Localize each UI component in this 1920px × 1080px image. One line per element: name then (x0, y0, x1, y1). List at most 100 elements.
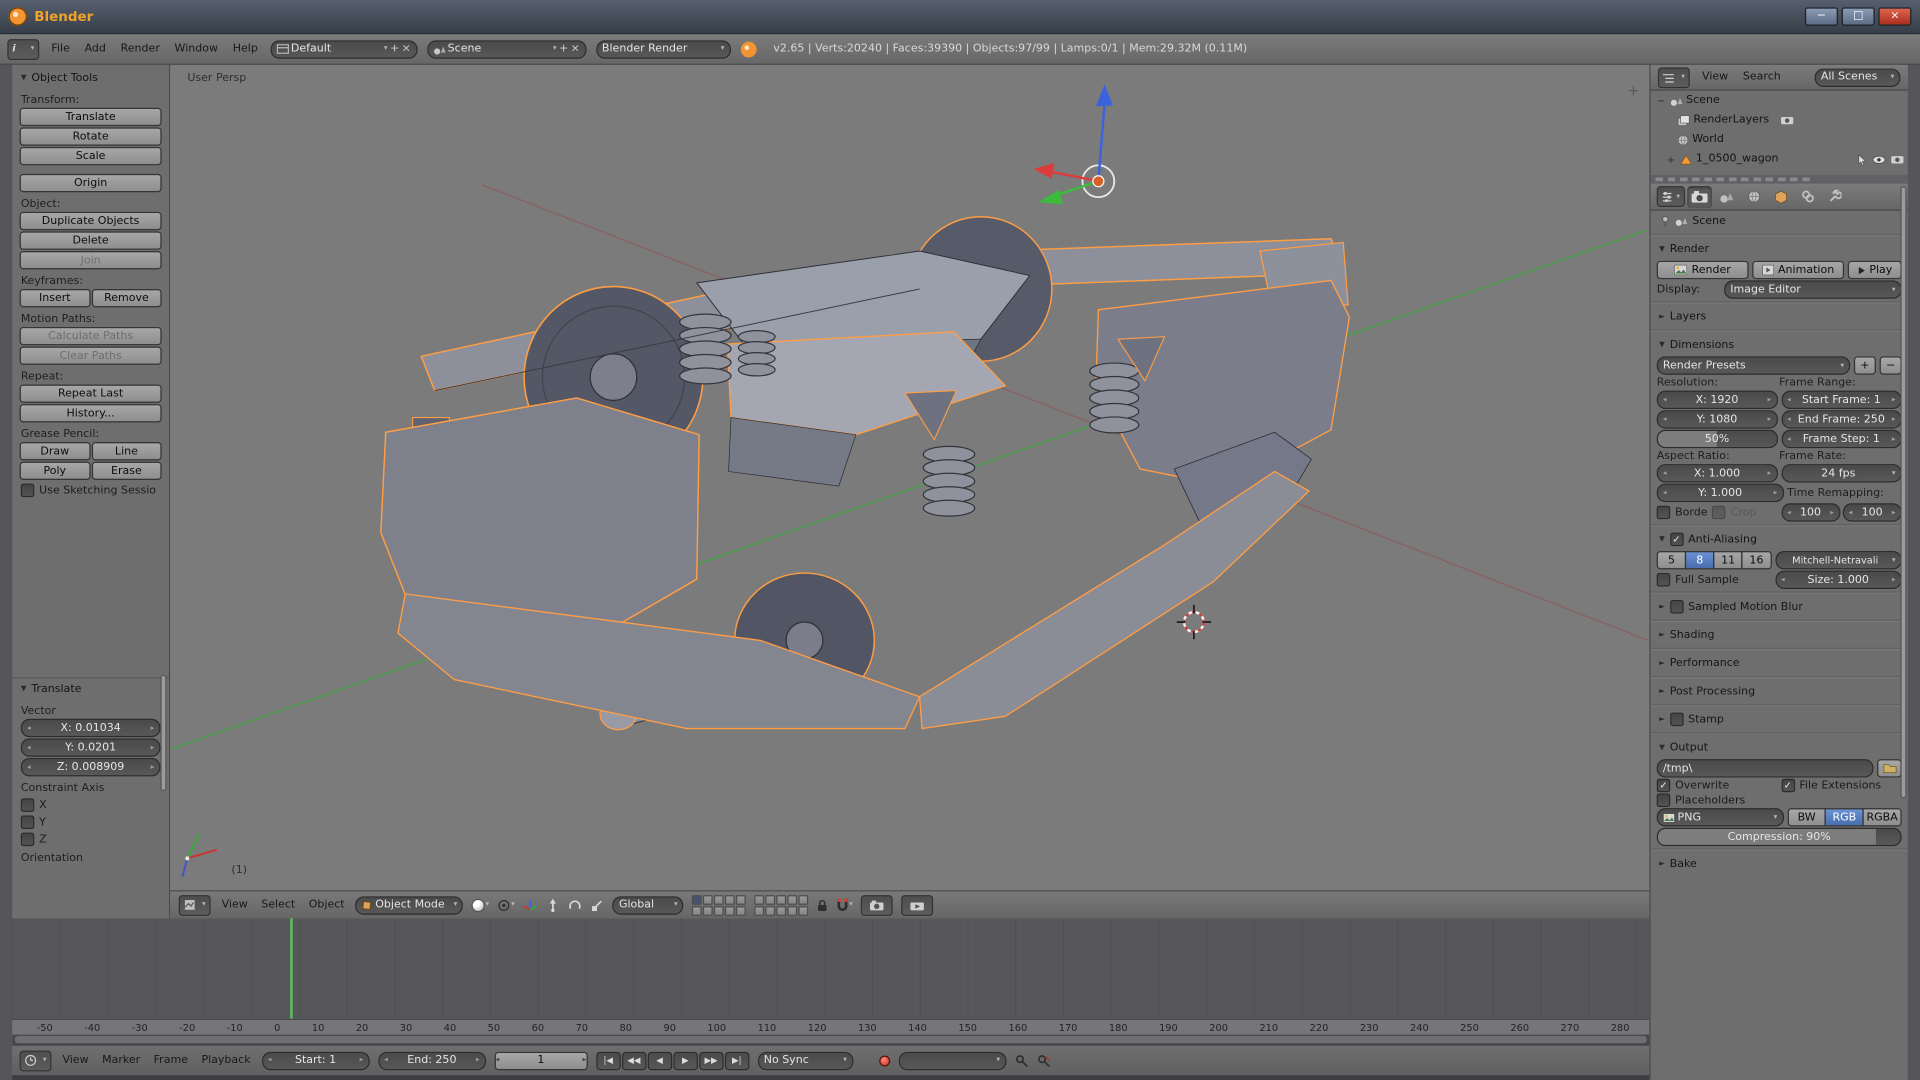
remap-old-field[interactable]: ◂100▸ (1781, 503, 1840, 521)
jump-start-button[interactable]: |◀ (596, 1051, 620, 1069)
compression-slider[interactable]: Compression: 90% (1657, 828, 1902, 846)
current-frame-field[interactable]: ◂ 1▸ (494, 1051, 587, 1069)
motion-blur-panel-title[interactable]: Sampled Motion Blur (1688, 601, 1803, 613)
frame-rate-selector[interactable]: 24 fps▾ (1781, 464, 1902, 482)
color-rgba-button[interactable]: RGBA (1863, 808, 1902, 826)
editor-type-button[interactable]: ▾ (1658, 67, 1690, 88)
file-format-selector[interactable]: PNG▾ (1657, 808, 1784, 826)
grease-line-button[interactable]: Line (91, 442, 161, 460)
outliner-item-wagon[interactable]: + 1_0500_wagon (1651, 149, 1908, 169)
menu-add[interactable]: Add (82, 43, 108, 55)
aa-size-field[interactable]: ◂Size: 1.000▸ (1775, 571, 1902, 589)
menu-view[interactable]: View (60, 1054, 91, 1066)
layer-buttons-left[interactable] (692, 894, 746, 915)
menu-search[interactable]: Search (1740, 71, 1783, 83)
constraint-z-checkbox[interactable] (21, 833, 34, 846)
menu-object[interactable]: Object (306, 899, 347, 911)
crop-checkbox[interactable] (1712, 506, 1725, 519)
placeholders-checkbox[interactable] (1657, 793, 1670, 806)
editor-type-button[interactable]: ▾ (20, 1050, 52, 1071)
manipulator-rotate-icon[interactable] (569, 898, 582, 911)
delete-button[interactable]: Delete (20, 231, 162, 249)
render-presets-selector[interactable]: Render Presets▾ (1657, 356, 1850, 374)
tab-scene[interactable] (1714, 186, 1738, 208)
post-processing-panel-title[interactable]: Post Processing (1670, 685, 1755, 697)
viewport-shading-selector[interactable]: ▾ (472, 898, 489, 911)
insert-key-icon[interactable] (1015, 1054, 1028, 1067)
color-rgb-button[interactable]: RGB (1825, 808, 1864, 826)
current-frame-line[interactable] (290, 918, 292, 1034)
collapse-icon[interactable]: − (1656, 95, 1667, 106)
screen-layout-selector[interactable]: Default ▾ + × (270, 40, 417, 58)
translate-button[interactable]: Translate (20, 108, 162, 126)
aspect-y-field[interactable]: ◂Y: 1.000▸ (1657, 484, 1784, 502)
constraint-y-checkbox[interactable] (21, 816, 34, 829)
region-expand-icon[interactable]: + (1627, 82, 1639, 99)
add-preset-button[interactable]: + (1854, 356, 1876, 374)
render-button[interactable]: Render (1657, 261, 1749, 279)
insert-keyframe-button[interactable]: Insert (20, 289, 90, 307)
minimize-button[interactable]: − (1805, 7, 1838, 25)
keying-set-selector[interactable]: ▾ (898, 1051, 1006, 1069)
full-sample-checkbox[interactable] (1657, 573, 1670, 586)
tab-constraints[interactable] (1795, 186, 1819, 208)
stamp-panel-title[interactable]: Stamp (1688, 713, 1724, 725)
motion-blur-checkbox[interactable] (1670, 600, 1683, 613)
end-frame-field[interactable]: ◂ End: 250▸ (378, 1051, 486, 1069)
pivot-point-selector[interactable]: ▾ (498, 898, 515, 911)
duplicate-objects-button[interactable]: Duplicate Objects (20, 212, 162, 230)
aa-samples-11-button[interactable]: 11 (1713, 551, 1743, 569)
mode-selector[interactable]: Object Mode▾ (356, 896, 464, 914)
remove-preset-button[interactable]: − (1880, 356, 1902, 374)
close-button[interactable]: × (1878, 7, 1911, 25)
menu-view[interactable]: View (1700, 71, 1731, 83)
outliner-item-renderlayers[interactable]: RenderLayers (1651, 110, 1908, 130)
editor-type-button[interactable]: ▾ (179, 894, 211, 915)
resolution-percentage-slider[interactable]: 50% (1657, 430, 1778, 448)
shading-panel-title[interactable]: Shading (1670, 629, 1715, 641)
eye-restrict-icon[interactable] (1872, 155, 1885, 164)
border-checkbox[interactable] (1657, 506, 1670, 519)
render-animation-button[interactable]: Animation (1752, 261, 1844, 279)
stamp-checkbox[interactable] (1670, 713, 1683, 726)
outliner-scrollbar[interactable] (1651, 175, 1908, 184)
close-layout-icon[interactable]: × (402, 43, 411, 54)
add-layout-icon[interactable]: + (390, 43, 399, 54)
pointer-restrict-icon[interactable] (1858, 154, 1868, 165)
menu-frame[interactable]: Frame (151, 1054, 190, 1066)
aspect-x-field[interactable]: ◂X: 1.000▸ (1657, 464, 1778, 482)
remap-new-field[interactable]: ◂100▸ (1843, 503, 1902, 521)
resolution-y-field[interactable]: ◂Y: 1080▸ (1657, 410, 1778, 428)
menu-file[interactable]: File (49, 43, 72, 55)
color-bw-button[interactable]: BW (1787, 808, 1826, 826)
delete-key-icon[interactable] (1037, 1054, 1050, 1067)
join-button[interactable]: Join (20, 251, 162, 269)
file-extensions-checkbox[interactable]: ✓ (1781, 779, 1794, 792)
grease-erase-button[interactable]: Erase (91, 462, 161, 480)
render-engine-selector[interactable]: Blender Render ▾ (596, 40, 731, 58)
output-path-field[interactable]: /tmp\ (1657, 759, 1874, 777)
end-frame-field[interactable]: ◂End Frame: 250▸ (1781, 410, 1902, 428)
history-button[interactable]: History... (20, 404, 162, 422)
outliner-item-world[interactable]: World (1651, 130, 1908, 150)
jump-end-button[interactable]: ▶| (725, 1051, 749, 1069)
timeline-scrollbar[interactable] (12, 1035, 1649, 1045)
tab-world[interactable] (1741, 186, 1765, 208)
layer-buttons-right[interactable] (755, 894, 809, 915)
grease-draw-button[interactable]: Draw (20, 442, 90, 460)
collapse-triangle-icon[interactable]: ▼ (21, 73, 27, 82)
orientation-selector[interactable]: Global▾ (613, 896, 684, 914)
start-frame-field[interactable]: ◂Start Frame: 1▸ (1781, 391, 1902, 409)
aa-samples-5-button[interactable]: 5 (1657, 551, 1687, 569)
vector-y-field[interactable]: ◂ Y: 0.0201▸ (21, 738, 161, 756)
layer-1[interactable] (692, 894, 702, 904)
frame-step-field[interactable]: ◂Frame Step: 1▸ (1781, 430, 1902, 448)
add-scene-icon[interactable]: + (559, 43, 568, 54)
antialiasing-checkbox[interactable]: ✓ (1670, 533, 1683, 546)
window-titlebar[interactable]: Blender − □ × (0, 0, 1920, 34)
tool-shelf-scrollbar[interactable] (160, 675, 166, 791)
pin-icon[interactable] (1660, 216, 1670, 227)
render-toggle-icon[interactable] (1780, 115, 1793, 125)
browse-folder-button[interactable] (1877, 759, 1901, 777)
overwrite-checkbox[interactable]: ✓ (1657, 779, 1670, 792)
